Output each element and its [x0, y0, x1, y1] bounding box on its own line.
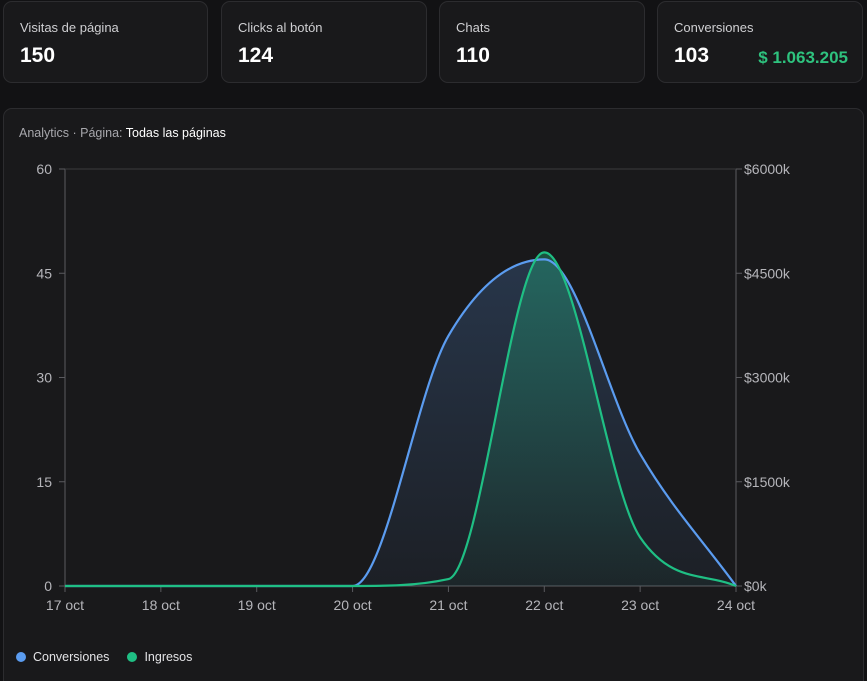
- x-tick-label: 19 oct: [238, 597, 276, 613]
- y-right-tick-label: $6000k: [744, 161, 791, 177]
- y-right-tick-label: $0k: [744, 578, 768, 594]
- y-left-tick-label: 45: [36, 265, 52, 281]
- legend-item-conversiones[interactable]: Conversiones: [16, 650, 109, 664]
- x-tick-label: 21 oct: [429, 597, 467, 613]
- chart-areas: [65, 252, 736, 586]
- chart-legend: Conversiones Ingresos: [16, 650, 210, 664]
- y-right-tick-label: $1500k: [744, 474, 791, 490]
- legend-dot-icon: [16, 652, 26, 662]
- x-tick-label: 24 oct: [717, 597, 755, 613]
- legend-dot-icon: [127, 652, 138, 662]
- analytics-chart: 0 15 30 45 60 $0k $1500k $3000k $4500k $6000k 17 o…: [36, 161, 791, 613]
- y-right-tick-label: $4500k: [744, 265, 791, 281]
- legend-label: Conversiones: [33, 650, 110, 664]
- y-right-tick-label: $3000k: [744, 370, 791, 386]
- y-left-tick-label: 0: [44, 578, 52, 594]
- x-tick-label: 18 oct: [142, 597, 180, 613]
- dashboard: Visitas de página 150 Clicks al botón 12…: [0, 0, 867, 681]
- y-left-tick-label: 30: [36, 370, 52, 386]
- legend-item-ingresos[interactable]: Ingresos: [127, 650, 192, 664]
- x-tick-label: 23 oct: [621, 597, 659, 613]
- x-tick-label: 17 oct: [46, 597, 84, 613]
- y-left-tick-label: 60: [36, 161, 52, 177]
- x-tick-label: 22 oct: [525, 597, 563, 613]
- y-left-tick-label: 15: [36, 474, 52, 490]
- x-tick-label: 20 oct: [334, 597, 372, 613]
- legend-label: Ingresos: [144, 650, 193, 664]
